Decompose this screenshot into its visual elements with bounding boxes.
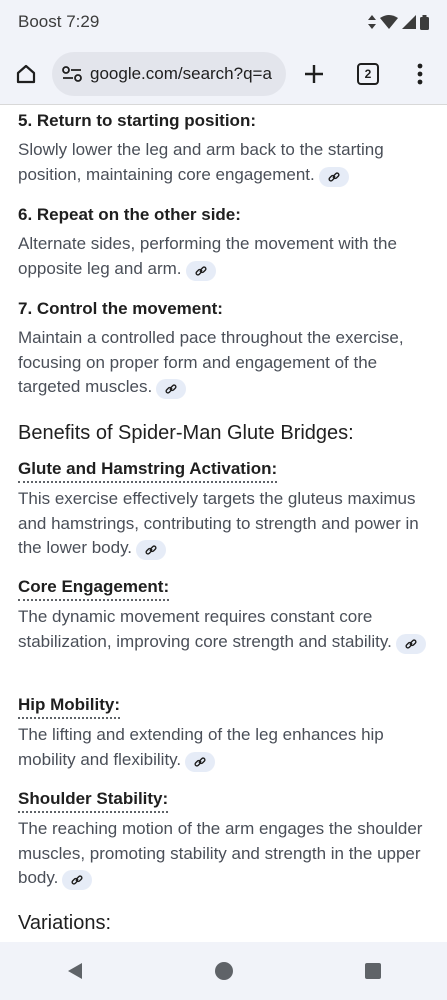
link-icon xyxy=(405,638,417,649)
signal-icon xyxy=(402,15,416,29)
benefits-heading: Benefits of Spider-Man Glute Bridges: xyxy=(18,422,354,444)
back-icon xyxy=(67,963,82,979)
step-text: Alternate sides, performing the movement… xyxy=(18,232,429,281)
status-bar: Boost 7:29 xyxy=(0,0,447,44)
tab-count: 2 xyxy=(357,63,379,85)
link-icon xyxy=(145,545,157,555)
benefit-title[interactable]: Hip Mobility: xyxy=(18,693,120,719)
home-button[interactable] xyxy=(6,54,46,94)
variations-section: Variations: xyxy=(18,909,429,937)
data-arrows-icon xyxy=(368,15,376,29)
source-link-chip[interactable] xyxy=(156,379,187,399)
step-7: 7. Control the movement: Maintain a cont… xyxy=(18,297,429,400)
benefit-title[interactable]: Core Engagement: xyxy=(18,575,170,601)
step-text: Maintain a controlled pace throughout th… xyxy=(18,326,429,400)
benefit-shoulder-stability: Shoulder Stability: The reaching motion … xyxy=(18,787,429,891)
address-bar[interactable]: google.com/search?q=a xyxy=(52,52,286,96)
recents-icon xyxy=(364,963,381,979)
step-text: Slowly lower the leg and arm back to the… xyxy=(18,138,429,187)
benefit-core-engagement: Core Engagement: The dynamic movement re… xyxy=(18,575,429,654)
benefit-title[interactable]: Shoulder Stability: xyxy=(18,787,169,813)
menu-button[interactable] xyxy=(400,54,440,94)
wifi-icon xyxy=(380,15,398,29)
plus-icon xyxy=(305,65,323,83)
recents-button[interactable] xyxy=(343,951,403,991)
step-title: 5. Return to starting position: xyxy=(18,111,256,130)
source-link-chip[interactable] xyxy=(395,633,426,654)
benefit-text-content: This exercise effectively targets the gl… xyxy=(18,489,419,557)
source-link-chip[interactable] xyxy=(185,751,216,772)
home-icon xyxy=(16,64,36,84)
back-button[interactable] xyxy=(45,951,105,991)
status-icons xyxy=(368,14,429,30)
benefit-text: The lifting and extending of the leg enh… xyxy=(18,723,429,772)
benefit-glute-hamstring: Glute and Hamstring Activation: This exe… xyxy=(18,457,429,561)
site-info-icon[interactable] xyxy=(62,66,82,82)
browser-toolbar: google.com/search?q=a 2 xyxy=(0,44,447,104)
benefit-text: The reaching motion of the arm engages t… xyxy=(18,817,429,891)
step-6: 6. Repeat on the other side: Alternate s… xyxy=(18,203,429,281)
step-title: 6. Repeat on the other side: xyxy=(18,205,241,224)
step-5: 5. Return to starting position: Slowly l… xyxy=(18,109,429,187)
more-vert-icon xyxy=(417,63,423,85)
page-content: 5. Return to starting position: Slowly l… xyxy=(0,104,447,943)
benefit-hip-mobility: Hip Mobility: The lifting and extending … xyxy=(18,693,429,772)
link-icon xyxy=(328,171,340,182)
new-tab-button[interactable] xyxy=(294,54,334,94)
nav-home-button[interactable] xyxy=(194,951,254,991)
circle-home-icon xyxy=(214,962,233,980)
source-link-chip[interactable] xyxy=(136,540,167,560)
variations-heading: Variations: xyxy=(18,912,112,934)
benefit-text-content: The dynamic movement requires constant c… xyxy=(18,607,392,651)
battery-icon xyxy=(420,14,429,30)
step-title: 7. Control the movement: xyxy=(18,299,223,318)
tab-switcher-button[interactable]: 2 xyxy=(348,54,388,94)
benefits-section: Benefits of Spider-Man Glute Bridges: xyxy=(18,419,429,447)
link-icon xyxy=(194,265,207,276)
link-icon xyxy=(194,756,206,767)
step-text-content: Maintain a controlled pace throughout th… xyxy=(18,328,404,396)
link-icon xyxy=(71,875,83,885)
benefit-title[interactable]: Glute and Hamstring Activation: xyxy=(18,457,278,483)
benefit-text: The dynamic movement requires constant c… xyxy=(18,605,429,654)
carrier-time: Boost 7:29 xyxy=(18,12,100,31)
link-icon xyxy=(165,384,177,394)
url-text: google.com/search?q=a xyxy=(90,64,272,83)
system-nav-bar xyxy=(0,942,447,1000)
source-link-chip[interactable] xyxy=(318,166,349,187)
benefit-text: This exercise effectively targets the gl… xyxy=(18,487,429,561)
source-link-chip[interactable] xyxy=(185,260,216,281)
source-link-chip[interactable] xyxy=(62,870,93,890)
